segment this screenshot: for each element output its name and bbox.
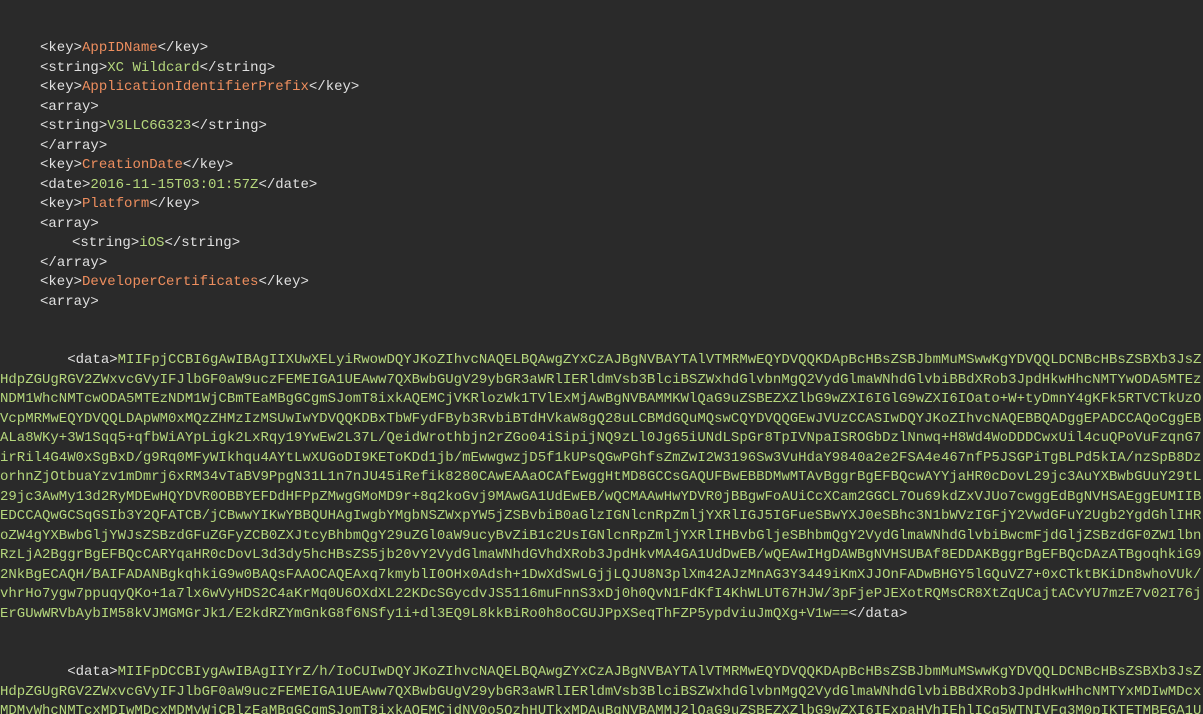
data-close-tag: </data> xyxy=(849,606,908,622)
code-line: <array> xyxy=(0,215,1203,235)
code-line: </array> xyxy=(0,254,1203,274)
code-line: <array> xyxy=(0,293,1203,313)
code-line: <key>DeveloperCertificates</key> xyxy=(0,273,1203,293)
code-line: <key>AppIDName</key> xyxy=(0,39,1203,59)
data-block-2: <data>MIIFpDCCBIygAwIBAgIIYrZ/h/IoCUIwDQ… xyxy=(0,663,1203,714)
data-content-2: MIIFpDCCBIygAwIBAgIIYrZ/h/IoCUIwDQYJKoZI… xyxy=(0,664,1201,714)
code-line: <key>Platform</key> xyxy=(0,195,1203,215)
code-line: <string>iOS</string> xyxy=(0,234,1203,254)
data-content-1: MIIFpjCCBI6gAwIBAgIIXUwXELyiRwowDQYJKoZI… xyxy=(0,352,1201,622)
code-line: <string>XC Wildcard</string> xyxy=(0,59,1203,79)
code-line: <array> xyxy=(0,98,1203,118)
code-line: <date>2016-11-15T03:01:57Z</date> xyxy=(0,176,1203,196)
code-line: <key>CreationDate</key> xyxy=(0,156,1203,176)
data-open-tag: <data> xyxy=(0,352,118,368)
code-line: <key>ApplicationIdentifierPrefix</key> xyxy=(0,78,1203,98)
data-block-1: <data>MIIFpjCCBI6gAwIBAgIIXUwXELyiRwowDQ… xyxy=(0,351,1203,624)
data-open-tag-2: <data> xyxy=(0,664,118,680)
code-block: <key>AppIDName</key><string>XC Wildcard<… xyxy=(0,0,1203,714)
code-line: </array> xyxy=(0,137,1203,157)
code-line: <string>V3LLC6G323</string> xyxy=(0,117,1203,137)
